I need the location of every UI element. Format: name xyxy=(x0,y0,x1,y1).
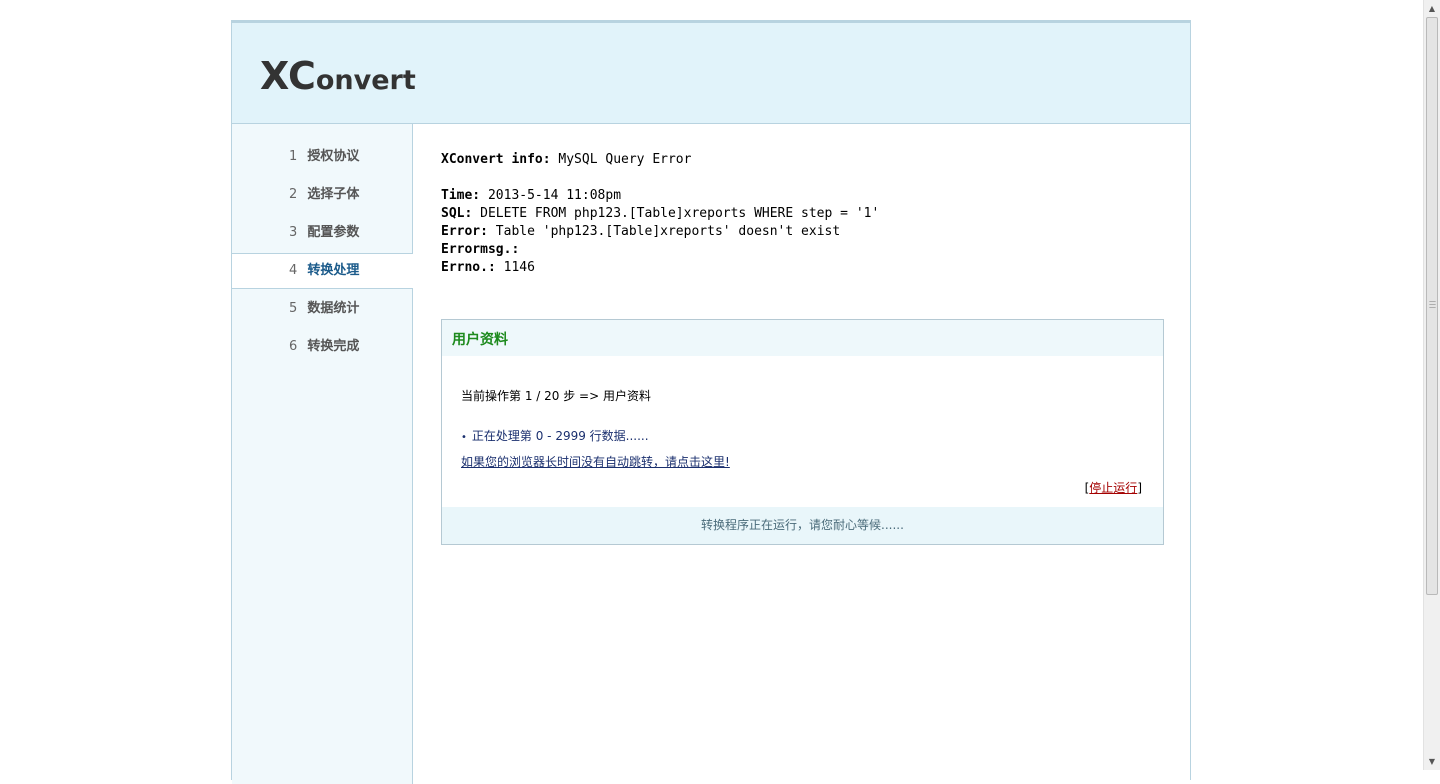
sidebar-item-license[interactable]: 1 授权协议 xyxy=(232,138,413,176)
sidebar-item-convert[interactable]: 4 转换处理 xyxy=(232,253,414,289)
stop-bracket-close: ] xyxy=(1137,481,1142,495)
error-errormsg: Errormsg.: xyxy=(441,241,879,259)
logo: XConvert xyxy=(260,57,416,95)
error-errno: Errno.: 1146 xyxy=(441,259,879,277)
step-number: 5 xyxy=(289,301,298,316)
sidebar: 1 授权协议 2 选择子体 3 配置参数 4 转换处理 5 数据统计 6 转换完… xyxy=(232,124,414,784)
bullet-icon: • xyxy=(461,432,467,443)
error-title: XConvert info: MySQL Query Error xyxy=(441,151,879,169)
error-title-key: XConvert info: xyxy=(441,152,551,167)
error-detail-value: Table 'php123.[Table]xreports' doesn't e… xyxy=(487,224,841,239)
panel-body: 当前操作第 1 / 20 步 => 用户资料 • 正在处理第 0 - 2999 行… xyxy=(442,356,1163,506)
step-label: 授权协议 xyxy=(307,149,360,164)
panel-footer: 转换程序正在运行，请您耐心等候...... xyxy=(442,507,1163,544)
scroll-down-icon[interactable]: ▼ xyxy=(1424,753,1440,770)
page-container: XConvert 1 授权协议 2 选择子体 3 配置参数 4 转换处理 5 数 xyxy=(231,20,1191,784)
sidebar-item-config[interactable]: 3 配置参数 xyxy=(232,214,413,252)
step-label: 选择子体 xyxy=(307,187,360,202)
error-time-key: Time: xyxy=(441,188,481,203)
step-status: 当前操作第 1 / 20 步 => 用户资料 xyxy=(461,389,651,403)
progress-panel: 用户资料 当前操作第 1 / 20 步 => 用户资料 • 正在处理第 0 - 2… xyxy=(441,319,1164,545)
step-number: 2 xyxy=(289,187,298,202)
sidebar-item-select-subject[interactable]: 2 选择子体 xyxy=(232,176,413,214)
main-content: XConvert info: MySQL Query Error Time: 20… xyxy=(413,124,1190,780)
error-time: Time: 2013-5-14 11:08pm xyxy=(441,187,879,205)
step-number: 3 xyxy=(289,225,298,240)
step-label: 配置参数 xyxy=(307,225,360,240)
panel-title: 用户资料 xyxy=(442,320,1163,356)
sidebar-item-complete[interactable]: 6 转换完成 xyxy=(232,328,413,366)
error-detail-key: Error: xyxy=(441,224,488,239)
step-label: 数据统计 xyxy=(307,301,360,316)
stop-run-link[interactable]: 停止运行 xyxy=(1089,481,1137,495)
error-sql-value: DELETE FROM php123.[Table]xreports WHERE… xyxy=(472,206,880,221)
vertical-scrollbar[interactable]: ▲ — — — ▼ xyxy=(1423,0,1440,770)
processing-text: 正在处理第 0 - 2999 行数据...... xyxy=(471,429,649,443)
error-message: XConvert info: MySQL Query Error Time: 20… xyxy=(441,151,879,277)
error-title-value: MySQL Query Error xyxy=(550,152,692,167)
step-number: 6 xyxy=(289,339,298,354)
sidebar-item-statistics[interactable]: 5 数据统计 xyxy=(232,290,413,328)
error-sql-key: SQL: xyxy=(441,206,473,221)
grip-icon: — — — xyxy=(1429,297,1436,311)
step-number: 1 xyxy=(289,149,298,164)
error-errno-key: Errno.: xyxy=(441,260,496,275)
stop-control: [停止运行] xyxy=(1085,479,1142,496)
scroll-up-icon[interactable]: ▲ xyxy=(1424,0,1440,17)
error-sql: SQL: DELETE FROM php123.[Table]xreports … xyxy=(441,205,879,223)
step-label: 转换处理 xyxy=(307,263,360,278)
error-time-value: 2013-5-14 11:08pm xyxy=(480,188,622,203)
header: XConvert xyxy=(232,23,1190,124)
processing-status: • 正在处理第 0 - 2999 行数据...... xyxy=(461,427,649,444)
redirect-link[interactable]: 如果您的浏览器长时间没有自动跳转，请点击这里! xyxy=(461,453,730,470)
scroll-thumb[interactable]: — — — xyxy=(1426,17,1438,595)
step-label: 转换完成 xyxy=(307,339,360,354)
error-detail: Error: Table 'php123.[Table]xreports' do… xyxy=(441,223,879,241)
logo-initials: XC xyxy=(260,54,316,98)
step-list: 1 授权协议 2 选择子体 3 配置参数 4 转换处理 5 数据统计 6 转换完… xyxy=(232,138,414,366)
error-errno-value: 1146 xyxy=(495,260,535,275)
logo-rest: onvert xyxy=(315,65,416,96)
step-number: 4 xyxy=(289,263,298,278)
error-errormsg-key: Errormsg.: xyxy=(441,242,520,257)
